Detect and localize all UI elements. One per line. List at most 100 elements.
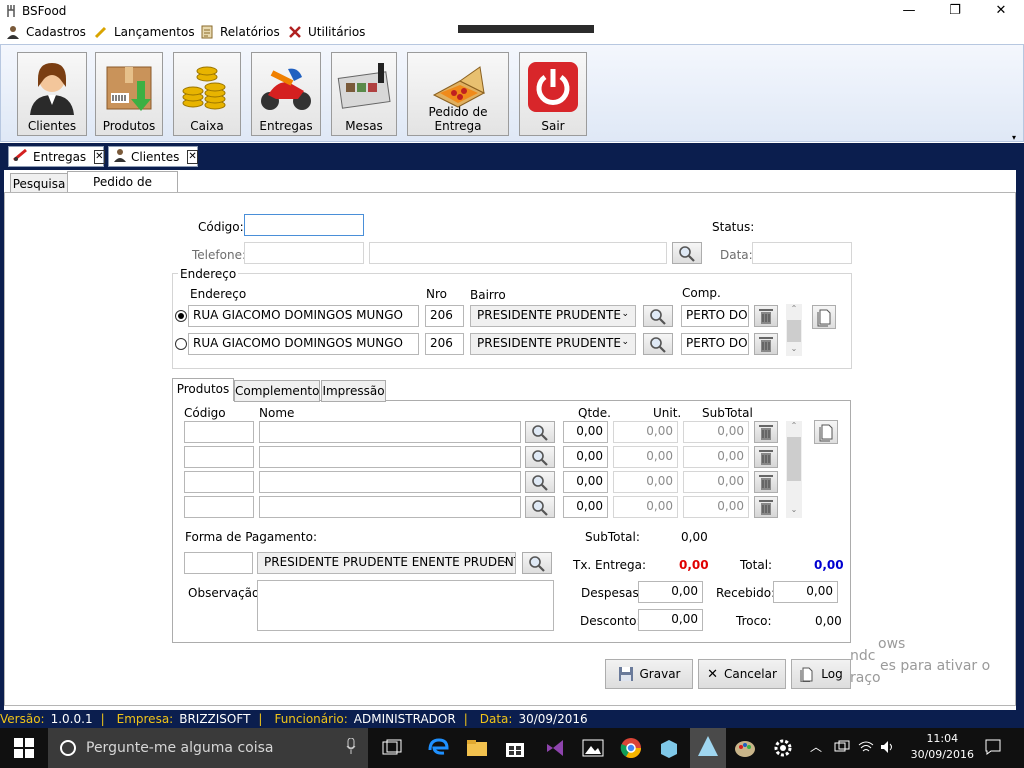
menu-cadastros[interactable]: Cadastros [6,25,86,39]
chevron-up-icon[interactable]: ︿ [810,738,822,755]
log-button[interactable]: Log [791,659,851,689]
produtos-button[interactable]: Produtos [95,52,163,136]
search-box[interactable]: Pergunte-me alguma coisa [48,728,368,768]
maximize-button[interactable]: ❐ [932,0,978,22]
search-product-button[interactable] [525,471,555,493]
scroll-down-icon[interactable]: ⌄ [786,344,802,353]
product-unit-input[interactable]: 0,00 [613,496,678,518]
product-name-input[interactable] [259,421,521,443]
menu-utilitarios[interactable]: Utilitários [288,25,365,39]
close-tab-icon[interactable]: ✕ [187,149,198,164]
search-product-button[interactable] [525,446,555,468]
scroll-down-icon[interactable]: ⌄ [786,505,802,514]
bairro-select[interactable]: PRESIDENTE PRUDENTE ⌄ [470,305,636,327]
close-window-button[interactable]: ✕ [978,0,1024,22]
observacao-textarea[interactable] [257,580,554,631]
clientes-button[interactable]: Clientes [17,52,87,136]
search-bairro-button[interactable] [643,333,673,355]
comp-input[interactable]: PERTO DOE [681,333,749,355]
product-subtotal-input[interactable]: 0,00 [683,496,749,518]
toolbar-overflow-icon[interactable]: ▾ [1012,133,1016,142]
nro-input[interactable]: 206 [425,333,464,355]
scroll-thumb[interactable] [787,437,801,481]
products-scrollbar[interactable]: ⌃ ⌄ [786,421,802,518]
nro-input[interactable]: 206 [425,305,464,327]
product-qtde-input[interactable]: 0,00 [563,446,608,468]
store-icon[interactable] [503,736,527,760]
doc-tab-clientes[interactable]: Clientes ✕ [108,146,198,167]
client-name-input[interactable] [369,242,667,264]
wifi-icon[interactable] [858,740,874,757]
gravar-button[interactable]: Gravar [605,659,693,689]
product-code-input[interactable] [184,421,254,443]
scroll-thumb[interactable] [787,320,801,342]
menu-lancamentos[interactable]: Lançamentos [94,25,195,39]
settings-gear-icon[interactable] [771,736,795,760]
new-product-button[interactable] [814,420,838,444]
tab-impressao[interactable]: Impressão [321,380,386,402]
forma-pagamento-select[interactable]: PRESIDENTE PRUDENTE ENENTE PRUDENTE ⌄ [257,552,516,574]
forma-pagamento-code-input[interactable] [184,552,253,574]
codigo-input[interactable] [244,214,364,236]
file-explorer-icon[interactable] [465,736,489,760]
product-code-input[interactable] [184,446,254,468]
address-scrollbar[interactable]: ⌃ ⌄ [786,304,802,356]
despesas-input[interactable]: 0,00 [638,581,703,603]
task-view-icon[interactable] [380,736,404,760]
delete-product-button[interactable] [754,496,778,518]
menu-relatorios[interactable]: Relatórios [200,25,280,39]
endereco-input[interactable]: RUA GIACOMO DOMINGOS MUNGO [188,333,419,355]
sair-button[interactable]: Sair [519,52,587,136]
product-unit-input[interactable]: 0,00 [613,471,678,493]
new-address-button[interactable] [812,305,836,329]
tab-complemento[interactable]: Complemento [234,380,320,402]
scroll-up-icon[interactable]: ⌃ [786,304,802,313]
telefone-input[interactable] [244,242,364,264]
visual-studio-icon[interactable] [543,736,567,760]
product-qtde-input[interactable]: 0,00 [563,496,608,518]
volume-icon[interactable] [880,740,896,757]
close-tab-icon[interactable]: ✕ [94,149,105,164]
product-subtotal-input[interactable]: 0,00 [683,446,749,468]
notification-icon[interactable] [984,738,1002,759]
taskbar-active-app[interactable] [690,728,726,768]
search-product-button[interactable] [525,421,555,443]
product-code-input[interactable] [184,496,254,518]
endereco-input[interactable]: RUA GIACOMO DOMINGOS MUNGO [188,305,419,327]
app-cube-icon[interactable] [657,736,681,760]
delete-address-button[interactable] [754,333,778,355]
product-name-input[interactable] [259,496,521,518]
search-client-button[interactable] [672,242,702,264]
product-name-input[interactable] [259,471,521,493]
recebido-input[interactable]: 0,00 [773,581,838,603]
delete-product-button[interactable] [754,446,778,468]
pedido-de-entrega-button[interactable]: Pedido de Entrega [407,52,509,136]
photos-icon[interactable] [581,736,605,760]
data-input[interactable] [752,242,852,264]
comp-input[interactable]: PERTO DOE [681,305,749,327]
desconto-input[interactable]: 0,00 [638,609,703,631]
bairro-select[interactable]: PRESIDENTE PRUDENTE ⌄ [470,333,636,355]
caixa-button[interactable]: Caixa [173,52,241,136]
product-qtde-input[interactable]: 0,00 [563,471,608,493]
product-unit-input[interactable]: 0,00 [613,446,678,468]
microphone-icon[interactable] [346,737,356,758]
delete-product-button[interactable] [754,421,778,443]
edge-browser-icon[interactable] [426,736,450,760]
product-name-input[interactable] [259,446,521,468]
product-subtotal-input[interactable]: 0,00 [683,421,749,443]
scroll-up-icon[interactable]: ⌃ [786,421,802,430]
minimize-button[interactable]: — [886,0,932,22]
chrome-icon[interactable] [619,736,643,760]
cancelar-button[interactable]: ✕ Cancelar [698,659,786,689]
mesas-button[interactable]: Mesas [331,52,397,136]
product-subtotal-input[interactable]: 0,00 [683,471,749,493]
entregas-button[interactable]: Entregas [251,52,321,136]
search-bairro-button[interactable] [643,305,673,327]
windows-start-icon[interactable] [14,738,34,758]
tab-produtos[interactable]: Produtos [172,378,234,401]
clock[interactable]: 11:04 30/09/2016 [911,731,974,763]
network-icon[interactable] [834,740,850,757]
search-product-button[interactable] [525,496,555,518]
address-radio-selected[interactable] [175,310,187,322]
